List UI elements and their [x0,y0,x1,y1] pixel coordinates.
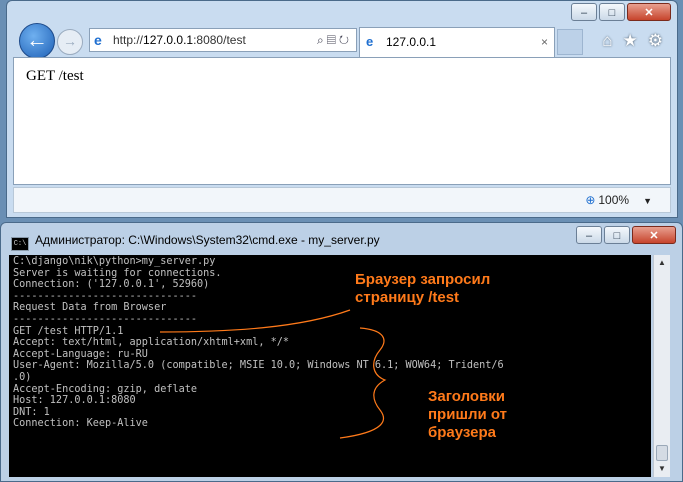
annotation-headers: Заголовки пришли от браузера [428,388,507,441]
annotation-lines [159,309,387,439]
annotation-brace-headers [339,327,387,439]
annotation-request: Браузер запросил страницу /test [355,271,491,306]
annotation-line-request [159,309,351,333]
